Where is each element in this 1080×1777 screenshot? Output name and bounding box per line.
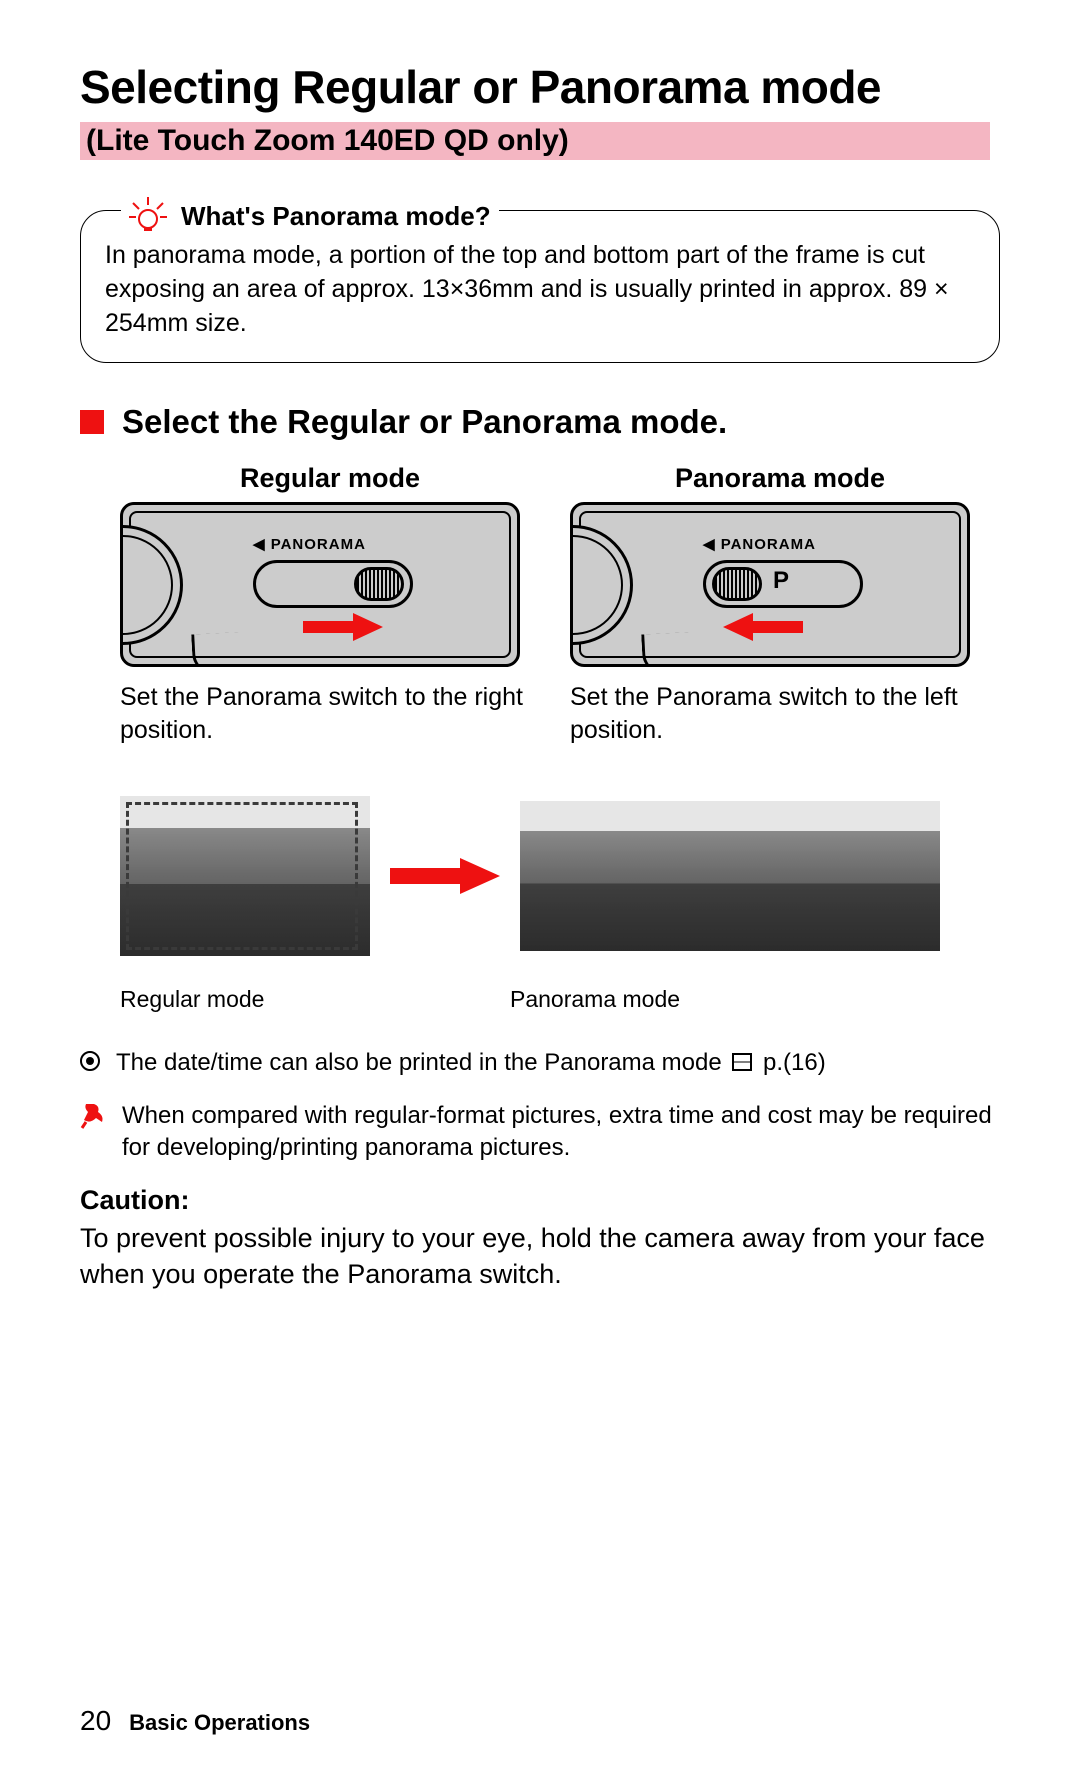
page-ref-icon xyxy=(732,1048,752,1080)
note-cost: When compared with regular-format pictur… xyxy=(80,1100,1010,1165)
section-heading-row: Select the Regular or Panorama mode. xyxy=(80,403,1010,441)
note-cost-text: When compared with regular-format pictur… xyxy=(122,1100,1010,1165)
note-date-text-post: p.(16) xyxy=(756,1049,825,1076)
panorama-switch xyxy=(253,560,413,608)
note-date: The date/time can also be printed in the… xyxy=(80,1047,1010,1080)
panorama-photo-label: Panorama mode xyxy=(510,986,680,1013)
regular-caption: Set the Panorama switch to the right pos… xyxy=(120,681,540,746)
page-title: Selecting Regular or Panorama mode xyxy=(80,60,1010,114)
section-heading: Select the Regular or Panorama mode. xyxy=(122,403,727,441)
crop-outline xyxy=(126,802,358,950)
switch-knob xyxy=(712,567,762,601)
panorama-camera-diagram: ◀ PANORAMA P xyxy=(570,502,970,667)
regular-mode-heading: Regular mode xyxy=(120,463,540,494)
tip-body: In panorama mode, a portion of the top a… xyxy=(105,239,975,340)
pushpin-icon xyxy=(80,1100,106,1165)
regular-camera-diagram: ◀ PANORAMA xyxy=(120,502,520,667)
page-subtitle: (Lite Touch Zoom 140ED QD only) xyxy=(80,122,990,160)
regular-photo xyxy=(120,796,370,956)
red-square-icon xyxy=(80,410,104,434)
page-footer: 20 Basic Operations xyxy=(80,1705,310,1737)
panorama-label: ◀ PANORAMA xyxy=(703,535,816,553)
photo-comparison-row xyxy=(120,796,1010,956)
switch-knob xyxy=(354,567,404,601)
bullet-icon xyxy=(80,1051,100,1071)
arrow-right-icon xyxy=(390,858,500,894)
tip-heading: What's Panorama mode? xyxy=(181,201,491,232)
tip-box: What's Panorama mode? In panorama mode, … xyxy=(80,210,1000,363)
panorama-label: ◀ PANORAMA xyxy=(253,535,366,553)
regular-mode-column: Regular mode ◀ PANORAMA Set the Panorama… xyxy=(120,463,540,766)
caution-body: To prevent possible injury to your eye, … xyxy=(80,1220,1010,1293)
panorama-caption: Set the Panorama switch to the left posi… xyxy=(570,681,990,746)
panorama-mode-heading: Panorama mode xyxy=(570,463,990,494)
caution-heading: Caution: xyxy=(80,1185,1010,1216)
panorama-mode-column: Panorama mode ◀ PANORAMA P Set the Panor… xyxy=(570,463,990,766)
panorama-photo xyxy=(520,801,940,951)
page-number: 20 xyxy=(80,1705,111,1737)
p-mark: P xyxy=(773,567,789,595)
regular-photo-label: Regular mode xyxy=(120,986,510,1013)
note-date-text-pre: The date/time can also be printed in the… xyxy=(116,1049,728,1076)
lightbulb-icon xyxy=(125,193,171,239)
caution-block: Caution: To prevent possible injury to y… xyxy=(80,1185,1010,1293)
chapter-name: Basic Operations xyxy=(129,1710,310,1736)
